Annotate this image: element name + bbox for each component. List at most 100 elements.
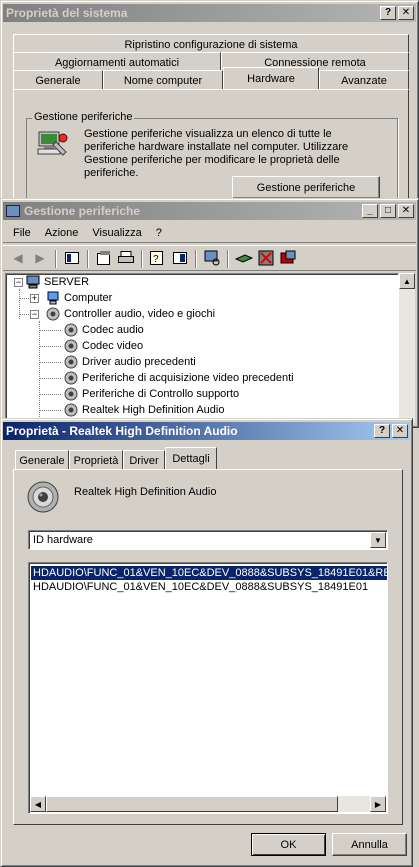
- speaker-icon: [26, 480, 60, 514]
- groupbox-label: Gestione periferiche: [32, 111, 135, 123]
- scroll-left-button[interactable]: ◀: [30, 796, 46, 812]
- tab-hardware[interactable]: Hardware: [223, 67, 319, 89]
- menu-bar: File Azione Visualizza ?: [3, 223, 416, 243]
- system-properties-window: Proprietà del sistema ? ✕ Ripristino con…: [0, 0, 419, 228]
- tree-item-device[interactable]: Realtek High Definition Audio: [64, 402, 224, 418]
- tab-generale[interactable]: Generale: [13, 70, 103, 90]
- list-item[interactable]: HDAUDIO\FUNC_01&VEN_10EC&DEV_0888&SUBSYS…: [31, 580, 387, 594]
- speaker-icon: [64, 339, 78, 353]
- scroll-thumb[interactable]: [46, 796, 338, 812]
- tree-guide: [39, 346, 61, 347]
- tree-item-label: Driver audio precedenti: [82, 356, 196, 368]
- tree-guide: [39, 330, 61, 331]
- close-button[interactable]: ✕: [392, 424, 408, 438]
- tree-item-label: Periferiche di Controllo supporto: [82, 388, 240, 400]
- help-icon[interactable]: ?: [149, 250, 167, 266]
- view-icon[interactable]: [171, 250, 189, 266]
- list-item-label: HDAUDIO\FUNC_01&VEN_10EC&DEV_0888&SUBSYS…: [33, 567, 387, 579]
- tree-item-label: Codec audio: [82, 324, 144, 336]
- device-name: Realtek High Definition Audio: [74, 486, 217, 498]
- window-icon: [6, 205, 20, 217]
- chevron-down-icon[interactable]: ▼: [370, 532, 386, 548]
- forward-arrow-icon[interactable]: ▶: [31, 250, 49, 266]
- toolbar-separator: [55, 250, 57, 268]
- tree-item-device[interactable]: Periferiche di Controllo supporto: [64, 386, 239, 402]
- menu-azione[interactable]: Azione: [45, 227, 79, 239]
- tree-item-device[interactable]: Periferiche di acquisizione video preced…: [64, 370, 294, 386]
- tab-label: Driver: [129, 454, 159, 467]
- tab-nome-computer[interactable]: Nome computer: [103, 70, 223, 90]
- cancel-button[interactable]: Annulla: [332, 833, 407, 856]
- hardware-id-list[interactable]: HDAUDIO\FUNC_01&VEN_10EC&DEV_0888&SUBSYS…: [28, 562, 388, 814]
- tree-vertical-scrollbar[interactable]: ▲: [399, 273, 415, 423]
- menu-help[interactable]: ?: [156, 227, 162, 239]
- properties-icon[interactable]: [95, 250, 113, 266]
- tree-item-audio-category[interactable]: Controller audio, video e giochi: [46, 306, 215, 322]
- menu-file[interactable]: File: [13, 227, 31, 239]
- scroll-right-button[interactable]: ▶: [370, 796, 386, 812]
- help-button[interactable]: ?: [380, 6, 396, 20]
- toolbar-separator: [227, 250, 229, 268]
- maximize-button[interactable]: □: [380, 204, 396, 218]
- tree-item-computer[interactable]: Computer: [46, 290, 112, 306]
- tree-item-device[interactable]: Codec video: [64, 338, 143, 354]
- tab-label: Generale: [19, 454, 65, 467]
- collapse-toggle[interactable]: −: [14, 278, 23, 287]
- list-item-selected[interactable]: HDAUDIO\FUNC_01&VEN_10EC&DEV_0888&SUBSYS…: [31, 566, 387, 580]
- speaker-icon: [46, 307, 60, 321]
- tree-item-device[interactable]: Driver audio precedenti: [64, 354, 196, 370]
- scroll-up-button[interactable]: ▲: [399, 273, 415, 289]
- device-manager-button[interactable]: Gestione periferiche: [232, 176, 380, 199]
- tab-aggiornamenti[interactable]: Aggiornamenti automatici: [13, 52, 221, 72]
- tab-label: Nome computer: [123, 74, 203, 87]
- update-driver-icon[interactable]: [235, 250, 253, 266]
- speaker-icon: [64, 371, 78, 385]
- menu-visualizza[interactable]: Visualizza: [92, 227, 141, 239]
- tab-avanzate[interactable]: Avanzate: [319, 70, 409, 90]
- device-tree[interactable]: − SERVER + Computer − Controller audio, …: [5, 273, 399, 423]
- device-manager-description: Gestione periferiche visualizza un elenc…: [84, 128, 349, 179]
- tree-guide: [39, 321, 40, 421]
- uninstall-device-icon[interactable]: [279, 250, 297, 266]
- device-manager-icon: [36, 128, 68, 158]
- tab-driver[interactable]: Driver: [123, 450, 165, 470]
- speaker-icon: [64, 387, 78, 401]
- close-button[interactable]: ✕: [398, 204, 414, 218]
- back-arrow-icon[interactable]: ◀: [9, 250, 27, 266]
- tab-generale[interactable]: Generale: [15, 450, 69, 470]
- tab-label: Ripristino configurazione di sistema: [124, 38, 298, 51]
- tree-item-label: SERVER: [44, 276, 90, 288]
- disable-device-icon[interactable]: [257, 250, 275, 266]
- device-manager-title: Gestione periferiche: [24, 204, 141, 218]
- svg-text:?: ?: [153, 254, 159, 265]
- tab-label: Generale: [35, 74, 81, 87]
- tab-dettagli[interactable]: Dettagli: [165, 447, 217, 469]
- tree-item-label: Computer: [64, 292, 113, 304]
- property-dropdown[interactable]: ID hardware ▼: [28, 530, 388, 550]
- tree-guide: [19, 298, 29, 299]
- show-hide-tree-icon[interactable]: [63, 250, 81, 266]
- expand-toggle[interactable]: +: [30, 294, 39, 303]
- minimize-button[interactable]: _: [362, 204, 378, 218]
- tree-item-label: Realtek High Definition Audio: [82, 404, 225, 416]
- print-icon[interactable]: [117, 250, 135, 266]
- tree-item-device[interactable]: Codec audio: [64, 322, 144, 338]
- device-manager-titlebar[interactable]: Gestione periferiche _ □ ✕: [3, 202, 416, 220]
- list-horizontal-scrollbar[interactable]: ◀ ▶: [30, 796, 386, 812]
- tree-item-root[interactable]: SERVER: [26, 274, 89, 290]
- ok-button[interactable]: OK: [251, 833, 326, 856]
- device-properties-title: Proprietà - Realtek High Definition Audi…: [6, 424, 238, 438]
- collapse-toggle[interactable]: −: [30, 310, 39, 319]
- speaker-icon: [64, 355, 78, 369]
- tab-proprieta[interactable]: Proprietà: [69, 450, 123, 470]
- tab-ripristino[interactable]: Ripristino configurazione di sistema: [13, 34, 409, 54]
- system-properties-titlebar[interactable]: Proprietà del sistema ? ✕: [3, 4, 416, 22]
- speaker-icon: [64, 323, 78, 337]
- speaker-icon: [64, 403, 78, 417]
- scan-hardware-icon[interactable]: [203, 250, 221, 266]
- device-properties-titlebar[interactable]: Proprietà - Realtek High Definition Audi…: [3, 422, 410, 440]
- tab-label: Dettagli: [172, 452, 210, 465]
- close-button[interactable]: ✕: [398, 6, 414, 20]
- tab-label: Proprietà: [73, 454, 119, 467]
- help-button[interactable]: ?: [374, 424, 390, 438]
